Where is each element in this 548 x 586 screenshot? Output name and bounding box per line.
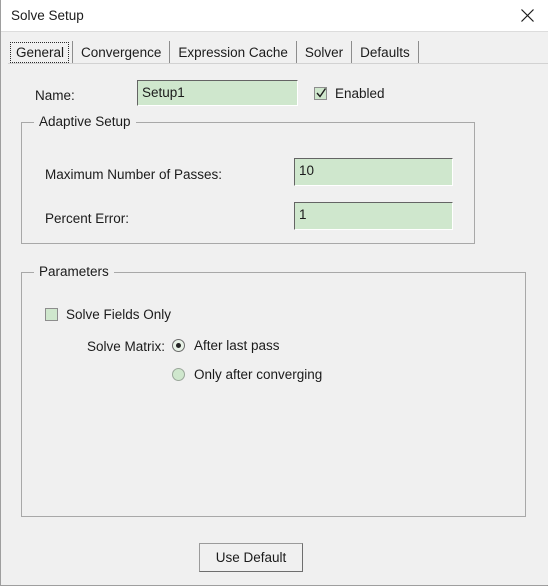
tab-general-label: General: [16, 45, 65, 60]
adaptive-setup-title: Adaptive Setup: [34, 114, 136, 129]
radio-after-last-pass-label: After last pass: [194, 338, 280, 353]
tab-bar: General Convergence Expression Cache Sol…: [2, 32, 548, 64]
max-passes-label: Maximum Number of Passes:: [45, 167, 223, 182]
general-tab-panel: Name: Setup1 Enabled Adaptive Setup Maxi…: [2, 64, 548, 585]
close-icon[interactable]: [505, 0, 548, 31]
name-label: Name:: [35, 88, 75, 103]
radio-after-last-pass[interactable]: After last pass: [172, 338, 280, 353]
radio-button-unselected: [172, 368, 185, 381]
parameters-title: Parameters: [34, 264, 114, 279]
enabled-label: Enabled: [335, 86, 385, 101]
enabled-checkbox[interactable]: Enabled: [314, 86, 385, 101]
solve-fields-only-label: Solve Fields Only: [66, 307, 172, 322]
window-title: Solve Setup: [11, 8, 84, 23]
tab-defaults[interactable]: Defaults: [352, 41, 419, 64]
max-passes-input[interactable]: 10: [294, 158, 453, 186]
tab-solver[interactable]: Solver: [297, 41, 353, 64]
solve-setup-dialog: Solve Setup General Convergence Expressi…: [0, 0, 548, 586]
checkbox-box: [314, 87, 327, 100]
solve-matrix-label: Solve Matrix:: [87, 339, 166, 354]
radio-button-selected: [172, 339, 185, 352]
tab-expression-cache-label: Expression Cache: [178, 45, 288, 60]
tab-convergence[interactable]: Convergence: [73, 41, 171, 64]
tab-solver-label: Solver: [304, 45, 344, 60]
tab-expression-cache[interactable]: Expression Cache: [170, 41, 297, 64]
tab-defaults-label: Defaults: [360, 45, 410, 60]
name-input[interactable]: Setup1: [137, 80, 298, 106]
radio-only-after-converging[interactable]: Only after converging: [172, 367, 322, 382]
title-bar: Solve Setup: [1, 0, 548, 32]
tab-convergence-label: Convergence: [81, 45, 162, 60]
radio-only-after-converging-label: Only after converging: [194, 367, 323, 382]
percent-error-label: Percent Error:: [45, 211, 130, 226]
checkbox-box: [45, 308, 58, 321]
solve-fields-only-checkbox[interactable]: Solve Fields Only: [45, 307, 171, 322]
percent-error-input[interactable]: 1: [294, 202, 453, 230]
tab-general[interactable]: General: [8, 41, 74, 64]
use-default-button[interactable]: Use Default: [199, 543, 303, 572]
